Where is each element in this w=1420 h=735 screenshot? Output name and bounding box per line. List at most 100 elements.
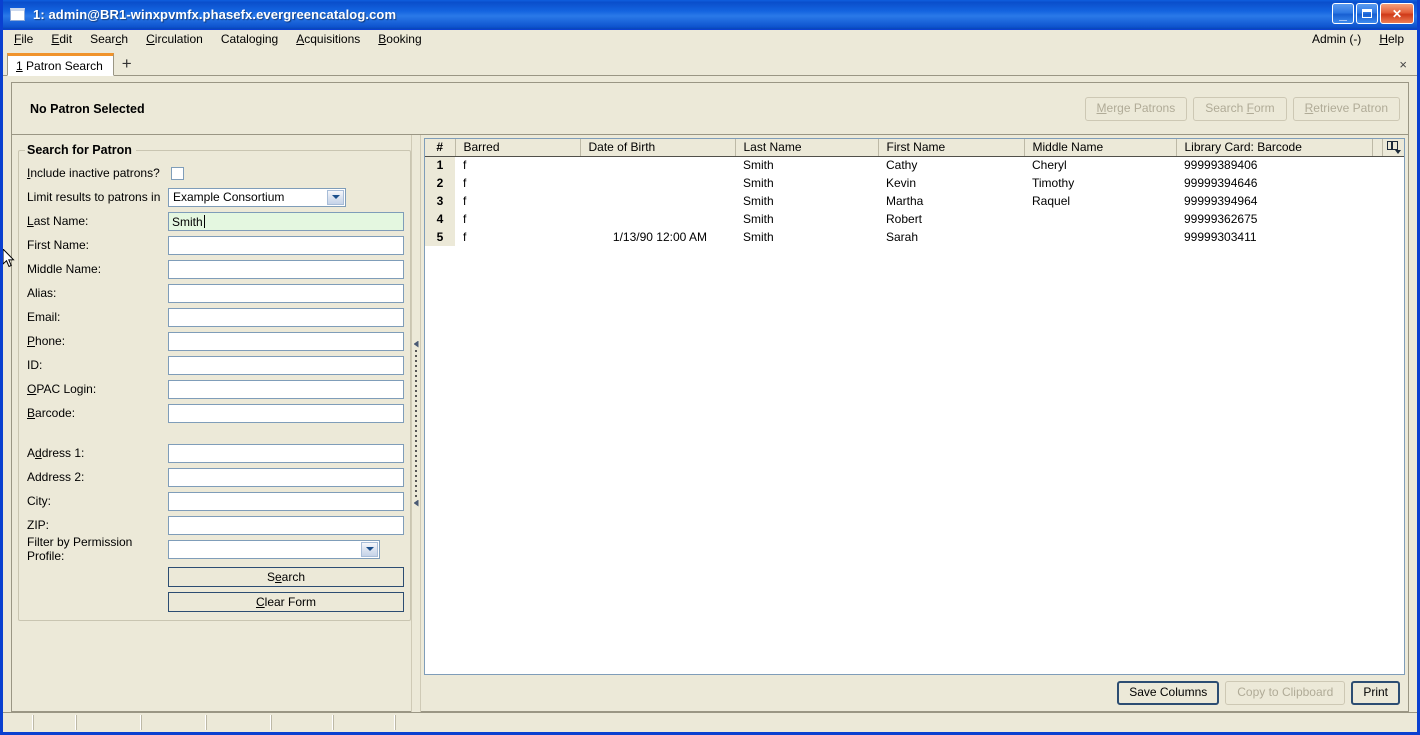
table-row[interactable]: 1 f Smith Cathy Cheryl 99999389406 xyxy=(425,156,1404,174)
field-address-1: Address 1: xyxy=(25,441,404,465)
clear-button-row: Clear Form xyxy=(25,592,404,617)
menu-bar: File Edit Search Circulation Cataloging … xyxy=(3,30,1417,51)
cell-middle-name: Raquel xyxy=(1032,194,1071,208)
new-tab-button[interactable]: + xyxy=(116,53,138,75)
id-label: ID: xyxy=(27,358,43,372)
city-input[interactable] xyxy=(168,491,404,511)
chevron-down-icon xyxy=(361,541,378,557)
search-button[interactable]: Se arch xyxy=(168,567,404,587)
city-label: City: xyxy=(27,494,51,508)
tab-index: 1 xyxy=(16,58,23,73)
search-panel: Search for Patron Include inactive patro… xyxy=(11,135,411,712)
menu-booking[interactable]: Booking xyxy=(369,31,430,49)
window-icon xyxy=(10,8,25,21)
column-header-barred[interactable]: Barred xyxy=(455,139,581,157)
menu-edit[interactable]: Edit xyxy=(42,31,81,49)
results-table-body: 1 f Smith Cathy Cheryl 99999389406 2 f S… xyxy=(425,156,1404,246)
opac-login-input[interactable] xyxy=(168,379,404,399)
field-address-2: Address 2: xyxy=(25,465,404,489)
cell-picker xyxy=(1382,174,1404,192)
column-picker-button[interactable] xyxy=(1382,139,1404,157)
maximize-icon xyxy=(1357,4,1377,23)
limit-results-select[interactable]: Example Consortium xyxy=(168,187,346,207)
field-limit-results: Limit results to patrons in Example Cons… xyxy=(25,185,404,209)
column-header-last-name[interactable]: Last Name xyxy=(735,139,879,157)
column-picker-icon xyxy=(1386,141,1401,155)
menu-acquisitions[interactable]: Acquisitions xyxy=(287,31,369,49)
include-inactive-label: Include inactive patrons? xyxy=(27,166,160,180)
save-columns-button[interactable]: Save Columns xyxy=(1117,681,1220,705)
application-window: 1: admin@BR1-winxpvmfx.phasefx.evergreen… xyxy=(0,0,1420,735)
status-cell-3 xyxy=(76,715,141,730)
results-panel: # Barred Date of Birth Last Name First N… xyxy=(421,135,1409,712)
cell-last-name: Smith xyxy=(743,176,774,190)
menu-help[interactable]: Help xyxy=(1370,31,1413,49)
clear-form-button[interactable]: Clear Form xyxy=(168,592,404,612)
collapse-left-arrow-icon[interactable] xyxy=(413,340,419,348)
cell-date-of-birth: 1/13/90 12:00 AM xyxy=(612,230,707,244)
collapse-left-arrow-icon-2[interactable] xyxy=(413,499,419,507)
maximize-button[interactable] xyxy=(1356,3,1378,24)
cell-picker xyxy=(1382,156,1404,174)
column-header-first-name[interactable]: First Name xyxy=(878,139,1025,157)
print-button[interactable]: Print xyxy=(1351,681,1400,705)
alias-label: Alias: xyxy=(27,286,57,300)
menu-file[interactable]: File xyxy=(5,31,42,49)
close-button[interactable]: ✕ xyxy=(1380,3,1414,24)
middle-name-input[interactable] xyxy=(168,259,404,279)
merge-patrons-button[interactable]: Merge Patrons xyxy=(1084,96,1188,121)
email-input[interactable] xyxy=(168,307,404,327)
tab-patron-search[interactable]: 1 Patron Search xyxy=(7,53,114,76)
field-zip: ZIP: xyxy=(25,513,404,537)
search-form-button[interactable]: Search Form xyxy=(1193,96,1287,121)
retrieve-patron-button[interactable]: Retrieve Patron xyxy=(1292,96,1400,121)
cell-middle-name: Cheryl xyxy=(1032,158,1067,173)
cell-last-name: Smith xyxy=(743,212,774,226)
column-header-middle-name[interactable]: Middle Name xyxy=(1024,139,1177,157)
column-header-date-of-birth[interactable]: Date of Birth xyxy=(580,139,736,157)
minimize-button[interactable]: _ xyxy=(1332,3,1354,24)
cell-date-of-birth xyxy=(580,192,735,210)
close-icon: ✕ xyxy=(1391,6,1403,21)
cell-index: 5 xyxy=(425,228,455,246)
menu-admin[interactable]: Admin (-) xyxy=(1303,31,1370,49)
menu-circulation[interactable]: Circulation xyxy=(137,31,212,49)
phone-input[interactable] xyxy=(168,331,404,351)
table-row[interactable]: 3 f Smith Martha Raquel 99999394964 xyxy=(425,192,1404,210)
address-1-input[interactable] xyxy=(168,443,404,463)
cell-first-name: Cathy xyxy=(886,158,918,173)
table-row[interactable]: 4 f Smith Robert 99999362675 xyxy=(425,210,1404,228)
cell-date-of-birth xyxy=(580,210,735,228)
cell-middle-name xyxy=(1024,228,1176,246)
address-2-label: Address 2: xyxy=(27,470,85,484)
cell-index: 1 xyxy=(425,156,455,174)
copy-to-clipboard-button[interactable]: Copy to Clipboard xyxy=(1225,681,1346,705)
barcode-input[interactable] xyxy=(168,403,404,423)
include-inactive-checkbox[interactable] xyxy=(171,166,184,180)
table-row[interactable]: 2 f Smith Kevin Timothy 99999394646 xyxy=(425,174,1404,192)
close-tab-icon[interactable]: × xyxy=(1399,57,1407,72)
window-controls: _ ✕ xyxy=(1332,3,1414,24)
field-first-name: First Name: xyxy=(25,233,404,257)
last-name-input[interactable]: Smith xyxy=(168,211,404,231)
zip-label: ZIP: xyxy=(27,518,50,532)
splitter-grip[interactable] xyxy=(415,349,417,498)
address-2-input[interactable] xyxy=(168,467,404,487)
pane-splitter[interactable] xyxy=(411,135,421,712)
first-name-input[interactable] xyxy=(168,235,404,255)
cell-date-of-birth xyxy=(580,156,735,174)
menu-cataloging[interactable]: Cataloging xyxy=(212,31,287,49)
barcode-label: Barcode: xyxy=(27,406,76,420)
permission-profile-select[interactable] xyxy=(168,539,380,559)
column-header-index[interactable]: # xyxy=(425,139,456,157)
results-grid-container: # Barred Date of Birth Last Name First N… xyxy=(424,138,1405,675)
results-footer: Save Columns Copy to Clipboard Print xyxy=(424,675,1405,711)
status-cell-1 xyxy=(5,715,33,730)
cell-picker xyxy=(1382,210,1404,228)
alias-input[interactable] xyxy=(168,283,404,303)
zip-input[interactable] xyxy=(168,515,404,535)
menu-search[interactable]: Search xyxy=(81,31,137,49)
table-row[interactable]: 5 f 1/13/90 12:00 AM Smith Sarah 9999930… xyxy=(425,228,1404,246)
id-input[interactable] xyxy=(168,355,404,375)
column-header-library-card-barcode[interactable]: Library Card: Barcode xyxy=(1176,139,1373,157)
